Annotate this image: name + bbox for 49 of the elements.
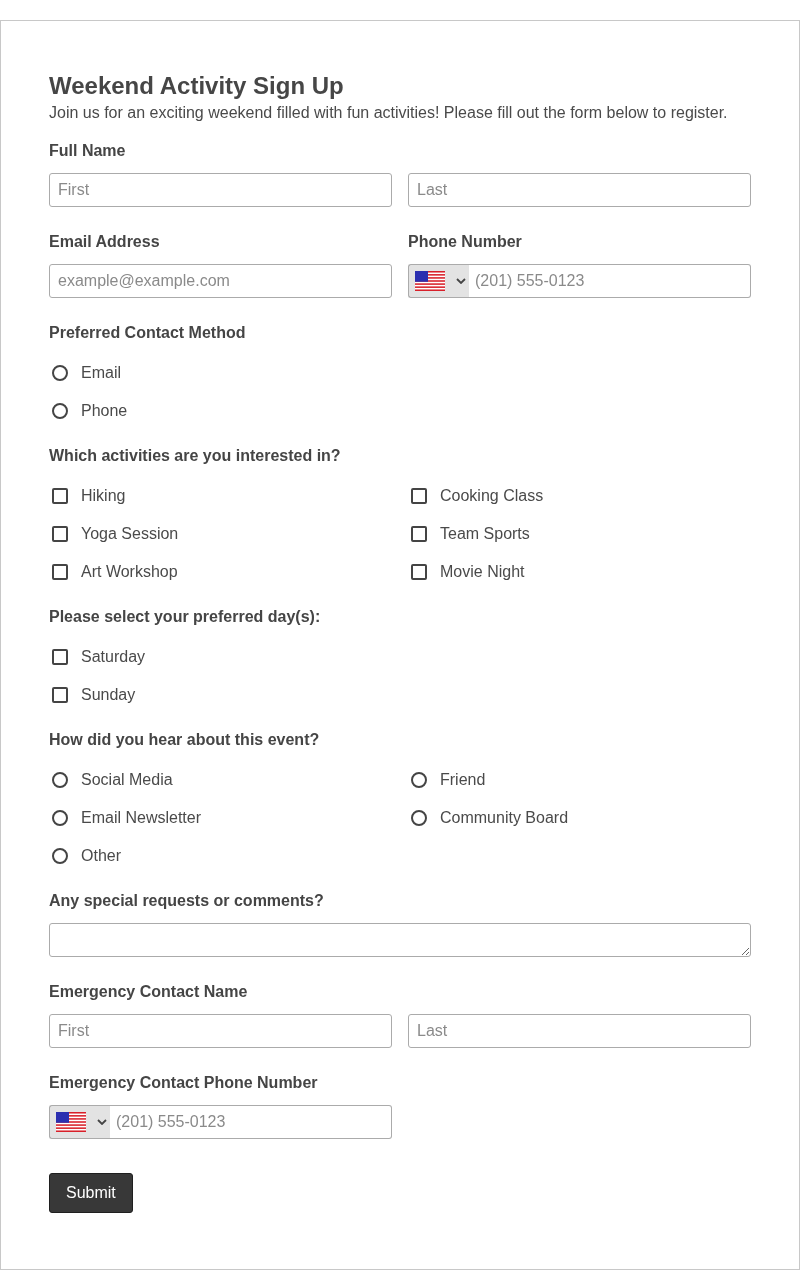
radio-button[interactable] <box>411 772 427 788</box>
email-field[interactable]: example@example.com <box>49 264 392 298</box>
option-label: Sunday <box>81 685 136 705</box>
field-label: Preferred Contact Method <box>49 323 247 343</box>
option-label: Email <box>81 363 121 383</box>
radio-button[interactable] <box>52 403 68 419</box>
checkbox[interactable] <box>411 564 427 580</box>
field-label: Which activities are you interested in? <box>49 446 342 466</box>
field-label: How did you hear about this event? <box>49 730 321 750</box>
field-label: Please select your preferred day(s): <box>49 607 322 627</box>
radio-button[interactable] <box>52 365 68 381</box>
comments-field[interactable] <box>49 923 751 957</box>
option-label: Phone <box>81 401 128 421</box>
field-label: Emergency Contact Phone Number <box>49 1073 319 1093</box>
option-label: Saturday <box>81 647 146 667</box>
text-field[interactable]: Last <box>408 173 751 207</box>
form-title: Weekend Activity Sign Up <box>49 71 345 101</box>
field-label: Emergency Contact Name <box>49 982 249 1002</box>
field-label: Full Name <box>49 141 127 161</box>
checkbox[interactable] <box>52 488 68 504</box>
option-label: Art Workshop <box>81 562 178 582</box>
text-field[interactable]: First <box>49 1014 392 1048</box>
option-label: Hiking <box>81 486 126 506</box>
option-label: Social Media <box>81 770 173 790</box>
option-label: Other <box>81 846 121 866</box>
checkbox[interactable] <box>52 564 68 580</box>
radio-button[interactable] <box>52 848 68 864</box>
option-label: Team Sports <box>440 524 530 544</box>
checkbox[interactable] <box>411 488 427 504</box>
text-field[interactable]: Last <box>408 1014 751 1048</box>
field-label: Phone Number <box>408 232 523 252</box>
submit-button[interactable]: Submit <box>49 1173 133 1213</box>
option-label: Community Board <box>440 808 569 828</box>
checkbox[interactable] <box>52 687 68 703</box>
checkbox[interactable] <box>411 526 427 542</box>
checkbox[interactable] <box>52 526 68 542</box>
option-label: Email Newsletter <box>81 808 202 828</box>
option-label: Friend <box>440 770 486 790</box>
radio-button[interactable] <box>52 810 68 826</box>
option-label: Yoga Session <box>81 524 179 544</box>
option-label: Movie Night <box>440 562 525 582</box>
form-description: Join us for an exciting weekend filled with fun activities! Please fill out the form below to register. <box>49 103 729 123</box>
text-field[interactable]: First <box>49 173 392 207</box>
radio-button[interactable] <box>52 772 68 788</box>
checkbox[interactable] <box>52 649 68 665</box>
radio-button[interactable] <box>411 810 427 826</box>
field-label: Any special requests or comments? <box>49 891 325 911</box>
field-label: Email Address <box>49 232 161 252</box>
option-label: Cooking Class <box>440 486 544 506</box>
